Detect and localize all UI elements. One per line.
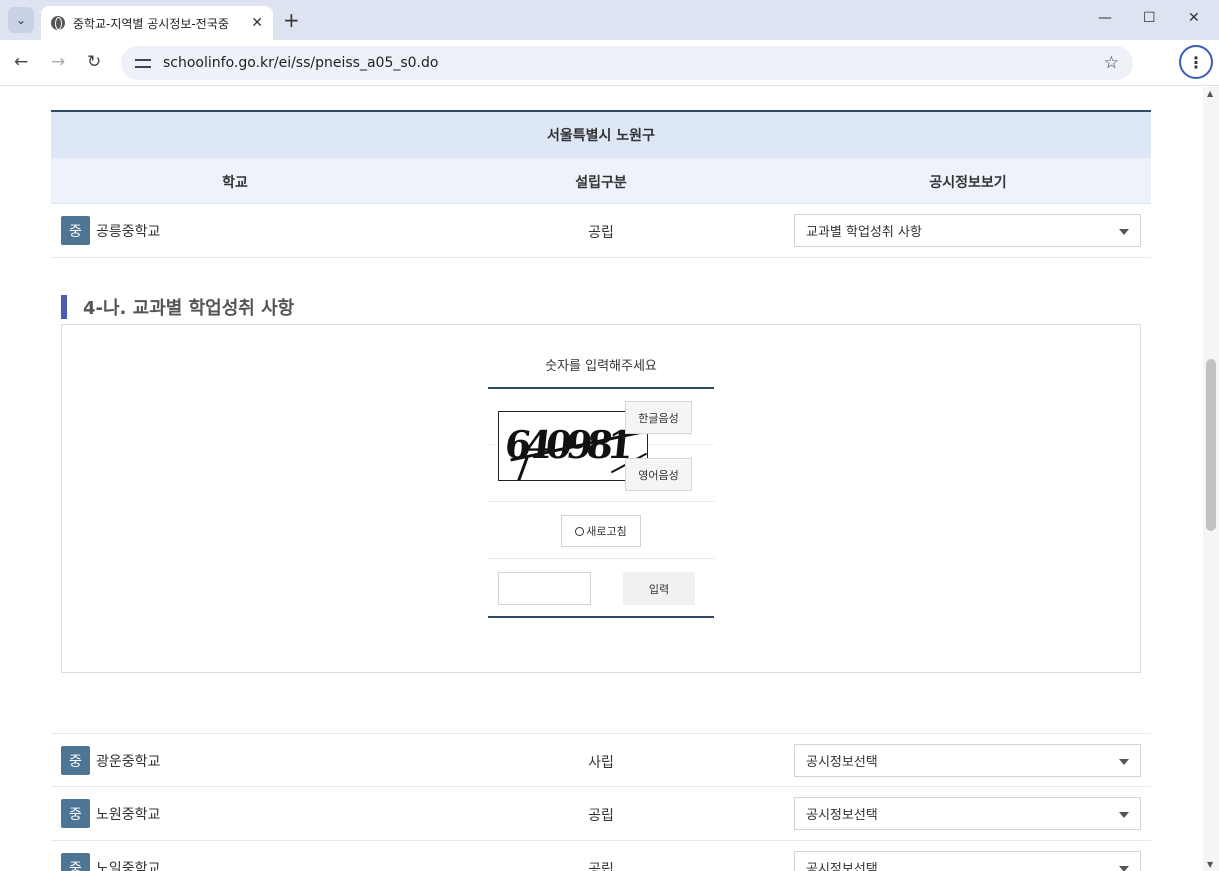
info-select-value: 공시정보선택 <box>806 755 878 770</box>
chevron-down-icon <box>1119 866 1129 871</box>
scrollbar-thumb[interactable] <box>1206 359 1216 531</box>
scroll-up-icon[interactable]: ▲ <box>1207 89 1213 98</box>
header-type: 설립구분 <box>575 175 627 191</box>
section-title: 4-나. 교과별 학업성취 사항 <box>83 298 295 319</box>
chevron-down-icon <box>1119 759 1129 765</box>
page-scrollbar[interactable]: ▲ ▼ <box>1203 87 1219 871</box>
school-name[interactable]: 광운중학교 <box>96 751 160 771</box>
info-select-value: 교과별 학업성취 사항 <box>806 225 922 240</box>
kebab-menu-icon[interactable]: ⋮ <box>1179 45 1213 79</box>
table-row: 중 공릉중학교 공립 교과별 학업성취 사항 <box>51 204 1151 258</box>
page-content: 서울특별시 노원구 학교 설립구분 공시정보보기 중 공릉중학교 공립 교과별 … <box>0 87 1203 871</box>
info-select[interactable]: 공시정보선택 <box>794 797 1141 830</box>
heading-accent-bar <box>61 295 67 319</box>
info-select-value: 공시정보선택 <box>806 862 878 871</box>
forward-icon[interactable]: → <box>51 52 65 72</box>
captcha-prompt: 숫자를 입력해주세요 <box>488 345 714 389</box>
info-select-value: 공시정보선택 <box>806 808 878 823</box>
captcha-digits: 640981 <box>502 422 631 467</box>
browser-titlebar: ⌄ 중학교-지역별 공시정보-전국중 ✕ + — ☐ ✕ <box>0 0 1219 40</box>
school-name[interactable]: 공릉중학교 <box>96 221 160 241</box>
school-type: 사립 <box>588 755 614 771</box>
browser-tab[interactable]: 중학교-지역별 공시정보-전국중 ✕ <box>41 6 273 40</box>
address-bar[interactable]: schoolinfo.go.kr/ei/ss/pneiss_a05_s0.do … <box>121 46 1133 80</box>
table-row: 중 광운중학교 사립 공시정보선택 <box>51 733 1151 787</box>
globe-icon <box>51 16 65 30</box>
chevron-down-icon <box>1119 812 1129 818</box>
new-tab-button[interactable]: + <box>283 8 300 32</box>
header-info: 공시정보보기 <box>929 175 1007 191</box>
info-select[interactable]: 공시정보선택 <box>794 851 1141 871</box>
captcha-panel: 숫자를 입력해주세요 640981 한글음성 영어음성 새로고침 입력 <box>61 324 1141 673</box>
site-settings-icon[interactable] <box>135 56 151 70</box>
captcha-input-row: 입력 <box>488 559 714 618</box>
school-name[interactable]: 노원중학교 <box>96 804 160 824</box>
school-level-badge: 중 <box>61 746 90 775</box>
maximize-icon[interactable]: ☐ <box>1143 10 1156 26</box>
reload-icon[interactable]: ↻ <box>87 52 101 72</box>
captcha-image-row: 640981 한글음성 영어음성 <box>488 389 714 502</box>
close-icon[interactable]: ✕ <box>251 15 263 31</box>
minimize-icon[interactable]: — <box>1098 10 1112 26</box>
school-level-badge: 중 <box>61 799 90 828</box>
table-row: 중 노일중학교 공립 공시정보선택 <box>51 841 1151 871</box>
korean-voice-button[interactable]: 한글음성 <box>625 401 692 434</box>
refresh-button[interactable]: 새로고침 <box>561 515 641 547</box>
url-text[interactable]: schoolinfo.go.kr/ei/ss/pneiss_a05_s0.do <box>163 55 438 71</box>
refresh-icon <box>575 526 585 536</box>
window-close-icon[interactable]: ✕ <box>1188 10 1200 26</box>
tab-list-icon[interactable]: ⌄ <box>8 7 34 33</box>
submit-button[interactable]: 입력 <box>623 572 695 605</box>
school-type: 공립 <box>588 808 614 824</box>
scroll-down-icon[interactable]: ▼ <box>1207 860 1213 869</box>
table-column-headers: 학교 설립구분 공시정보보기 <box>51 158 1151 204</box>
captcha-widget: 숫자를 입력해주세요 640981 한글음성 영어음성 새로고침 입력 <box>488 345 714 618</box>
info-select[interactable]: 교과별 학업성취 사항 <box>794 214 1141 247</box>
header-school: 학교 <box>222 175 248 191</box>
section-heading: 4-나. 교과별 학업성취 사항 <box>61 295 294 319</box>
bookmark-star-icon[interactable]: ☆ <box>1104 53 1119 73</box>
school-name[interactable]: 노일중학교 <box>96 858 160 871</box>
table-row: 중 노원중학교 공립 공시정보선택 <box>51 787 1151 841</box>
school-level-badge: 중 <box>61 216 90 245</box>
region-header: 서울특별시 노원구 <box>51 110 1151 158</box>
school-level-badge: 중 <box>61 853 90 871</box>
chevron-down-icon <box>1119 229 1129 235</box>
captcha-refresh-row: 새로고침 <box>488 502 714 559</box>
tab-title: 중학교-지역별 공시정보-전국중 <box>72 16 229 31</box>
school-type: 공립 <box>588 862 614 871</box>
captcha-answer-input[interactable] <box>498 572 591 605</box>
school-type: 공립 <box>588 225 614 241</box>
english-voice-button[interactable]: 영어음성 <box>625 458 692 491</box>
info-select[interactable]: 공시정보선택 <box>794 744 1141 777</box>
refresh-label: 새로고침 <box>586 525 627 538</box>
back-icon[interactable]: ← <box>14 52 28 72</box>
browser-toolbar: ← → ↻ schoolinfo.go.kr/ei/ss/pneiss_a05_… <box>0 40 1219 86</box>
